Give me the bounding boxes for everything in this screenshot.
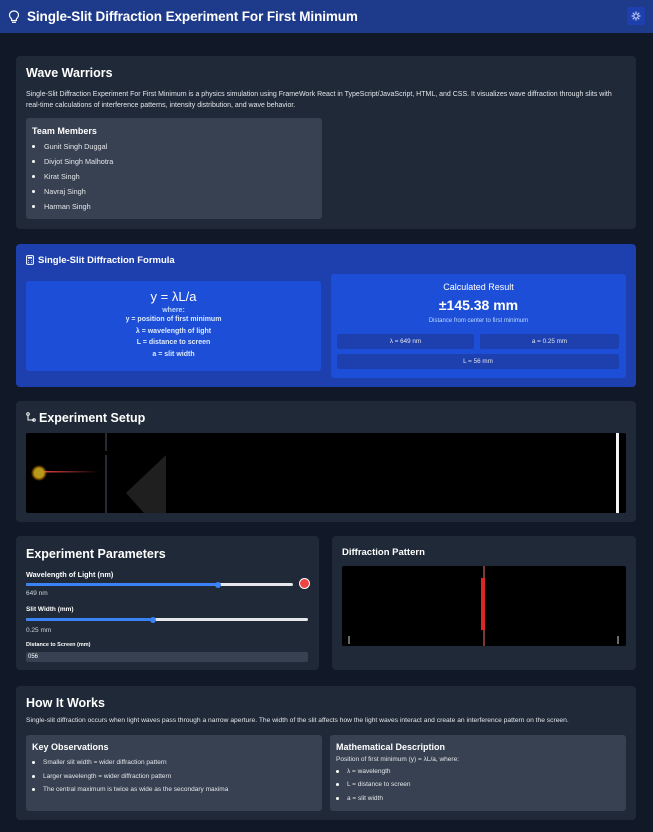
- wavelength-value: 649 nm: [26, 590, 48, 597]
- formula-def: a = slit width: [152, 350, 195, 358]
- math-description-box: Mathematical Description Position of fir…: [330, 735, 626, 811]
- project-description: Single-Slit Diffraction Experiment For F…: [26, 91, 612, 109]
- slit-width-label: Slit Width (mm): [26, 606, 74, 613]
- wavelength-color-swatch: [299, 578, 310, 589]
- lightbulb-icon: [8, 9, 20, 23]
- team-name: Wave Warriors: [26, 66, 113, 80]
- observations-list: Smaller slit width = wider diffraction p…: [26, 755, 228, 797]
- formula-title: Single-Slit Diffraction Formula: [38, 255, 175, 266]
- slit-width-chip: a = 0.25 mm: [480, 334, 619, 349]
- detector-screen: [616, 433, 619, 513]
- formula-def: y = position of first minimum: [125, 316, 222, 323]
- wavelength-chip: λ = 649 nm: [337, 334, 474, 349]
- list-item: Harman Singh: [26, 199, 113, 214]
- wavelength-slider-thumb[interactable]: [215, 581, 222, 588]
- slit-width-slider-thumb[interactable]: [149, 616, 156, 623]
- list-item: Kirat Singh: [26, 169, 113, 184]
- key-observations-box: Key Observations Smaller slit width = wi…: [26, 735, 322, 811]
- distance-input[interactable]: 056: [26, 652, 308, 662]
- list-item: a = slit width: [330, 792, 411, 804]
- team-members-list: Gunit Singh Duggal Divjot Singh Malhotra…: [26, 139, 113, 214]
- setup-card: Experiment Setup: [16, 401, 636, 522]
- math-intro: Position of first minimum (y) = λL/a, wh…: [336, 756, 459, 763]
- result-caption: Distance from center to first minimum: [428, 318, 529, 324]
- slit-width-slider[interactable]: [26, 616, 308, 623]
- observations-title: Key Observations: [32, 742, 109, 752]
- list-item: Navraj Singh: [26, 184, 113, 199]
- list-item: λ = wavelength: [330, 765, 411, 777]
- page-title: Single-Slit Diffraction Experiment For F…: [27, 9, 358, 24]
- result-title: Calculated Result: [443, 282, 514, 292]
- slit-width-value: 0.25 mm: [26, 627, 52, 634]
- result-box: Calculated Result ±145.38 mm Distance fr…: [331, 274, 626, 378]
- team-card: Wave Warriors Single-Slit Diffraction Ex…: [16, 56, 636, 229]
- team-members-box: Team Members Gunit Singh Duggal Divjot S…: [26, 118, 322, 219]
- formula-def: L = distance to screen: [136, 339, 211, 346]
- formula-box: y = λL/a where: y = position of first mi…: [26, 281, 321, 371]
- distance-label: Distance to Screen (mm): [26, 642, 91, 648]
- math-list: λ = wavelength L = distance to screen a …: [330, 765, 411, 804]
- laser-beam: [40, 471, 100, 473]
- parameters-title: Experiment Parameters: [26, 547, 166, 561]
- parameters-card: Experiment Parameters Wavelength of Ligh…: [16, 536, 319, 670]
- list-item: Larger wavelength = wider diffraction pa…: [26, 770, 228, 782]
- list-item: The central maximum is twice as wide as …: [26, 782, 228, 797]
- gear-icon: [631, 11, 641, 21]
- formula-equation: y = λL/a: [150, 289, 197, 304]
- settings-button[interactable]: [627, 7, 645, 25]
- app-header: Single-Slit Diffraction Experiment For F…: [0, 0, 653, 33]
- list-item: Divjot Singh Malhotra: [26, 154, 113, 169]
- distance-chip: L = 56 mm: [337, 354, 619, 369]
- setup-title: Experiment Setup: [39, 411, 146, 425]
- team-members-title: Team Members: [32, 126, 97, 136]
- list-item: Gunit Singh Duggal: [26, 139, 113, 154]
- wavelength-slider[interactable]: [26, 581, 293, 588]
- formula-where: where:: [162, 307, 185, 314]
- diffraction-cone: [126, 455, 166, 513]
- list-item: L = distance to screen: [330, 777, 411, 792]
- wavelength-label: Wavelength of Light (nm): [26, 570, 114, 579]
- how-description: Single-slit diffraction occurs when ligh…: [26, 717, 569, 724]
- pattern-canvas: [342, 566, 626, 646]
- formula-def: λ = wavelength of light: [135, 327, 212, 335]
- how-title: How It Works: [26, 696, 105, 710]
- pattern-title: Diffraction Pattern: [342, 547, 425, 558]
- calculator-icon: [26, 255, 34, 265]
- setup-diagram: [31, 433, 619, 513]
- formula-card: Single-Slit Diffraction Formula y = λL/a…: [16, 244, 636, 387]
- math-title: Mathematical Description: [336, 742, 446, 752]
- pattern-plot: [348, 566, 619, 646]
- list-item: Smaller slit width = wider diffraction p…: [26, 755, 228, 770]
- pattern-card: Diffraction Pattern: [332, 536, 636, 670]
- central-maximum: [481, 578, 485, 630]
- flask-icon: [26, 412, 36, 422]
- experiment-canvas: [26, 433, 626, 513]
- how-it-works-card: How It Works Single-slit diffraction occ…: [16, 686, 636, 820]
- result-value: ±145.38 mm: [438, 297, 519, 313]
